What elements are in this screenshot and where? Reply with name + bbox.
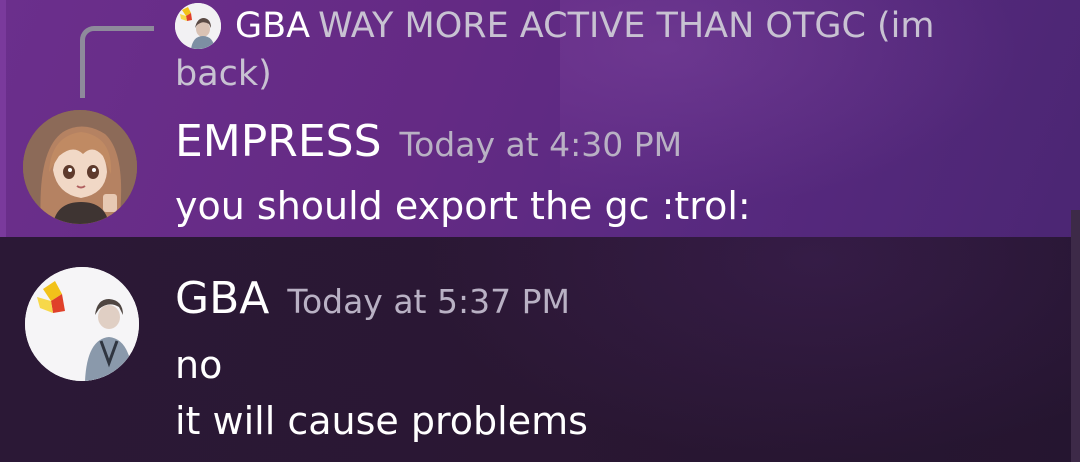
reply-connector-line: [80, 26, 154, 98]
message-text: it will cause problems: [175, 399, 588, 443]
highlight-edge: [0, 0, 6, 237]
timestamp: Today at 5:37 PM: [287, 282, 570, 321]
reply-author[interactable]: GBA: [235, 6, 310, 46]
avatar[interactable]: [23, 110, 137, 224]
timestamp: Today at 4:30 PM: [399, 125, 683, 164]
scrollbar[interactable]: [1071, 210, 1080, 462]
user-avatar-icon: [25, 267, 139, 381]
anime-girl-avatar-icon: [23, 110, 137, 224]
reply-preview[interactable]: GBA WAY MORE ACTIVE THAN OTGC (im back): [175, 2, 995, 98]
message-text: you should export the gc :trol:: [175, 184, 751, 228]
message-header: EMPRESS Today at 4:30 PM: [175, 114, 682, 173]
avatar[interactable]: [25, 267, 139, 381]
message-header: GBA Today at 5:37 PM: [175, 271, 570, 330]
author-name[interactable]: EMPRESS: [175, 116, 382, 167]
author-name[interactable]: GBA: [175, 273, 269, 324]
message-text: no: [175, 343, 223, 387]
